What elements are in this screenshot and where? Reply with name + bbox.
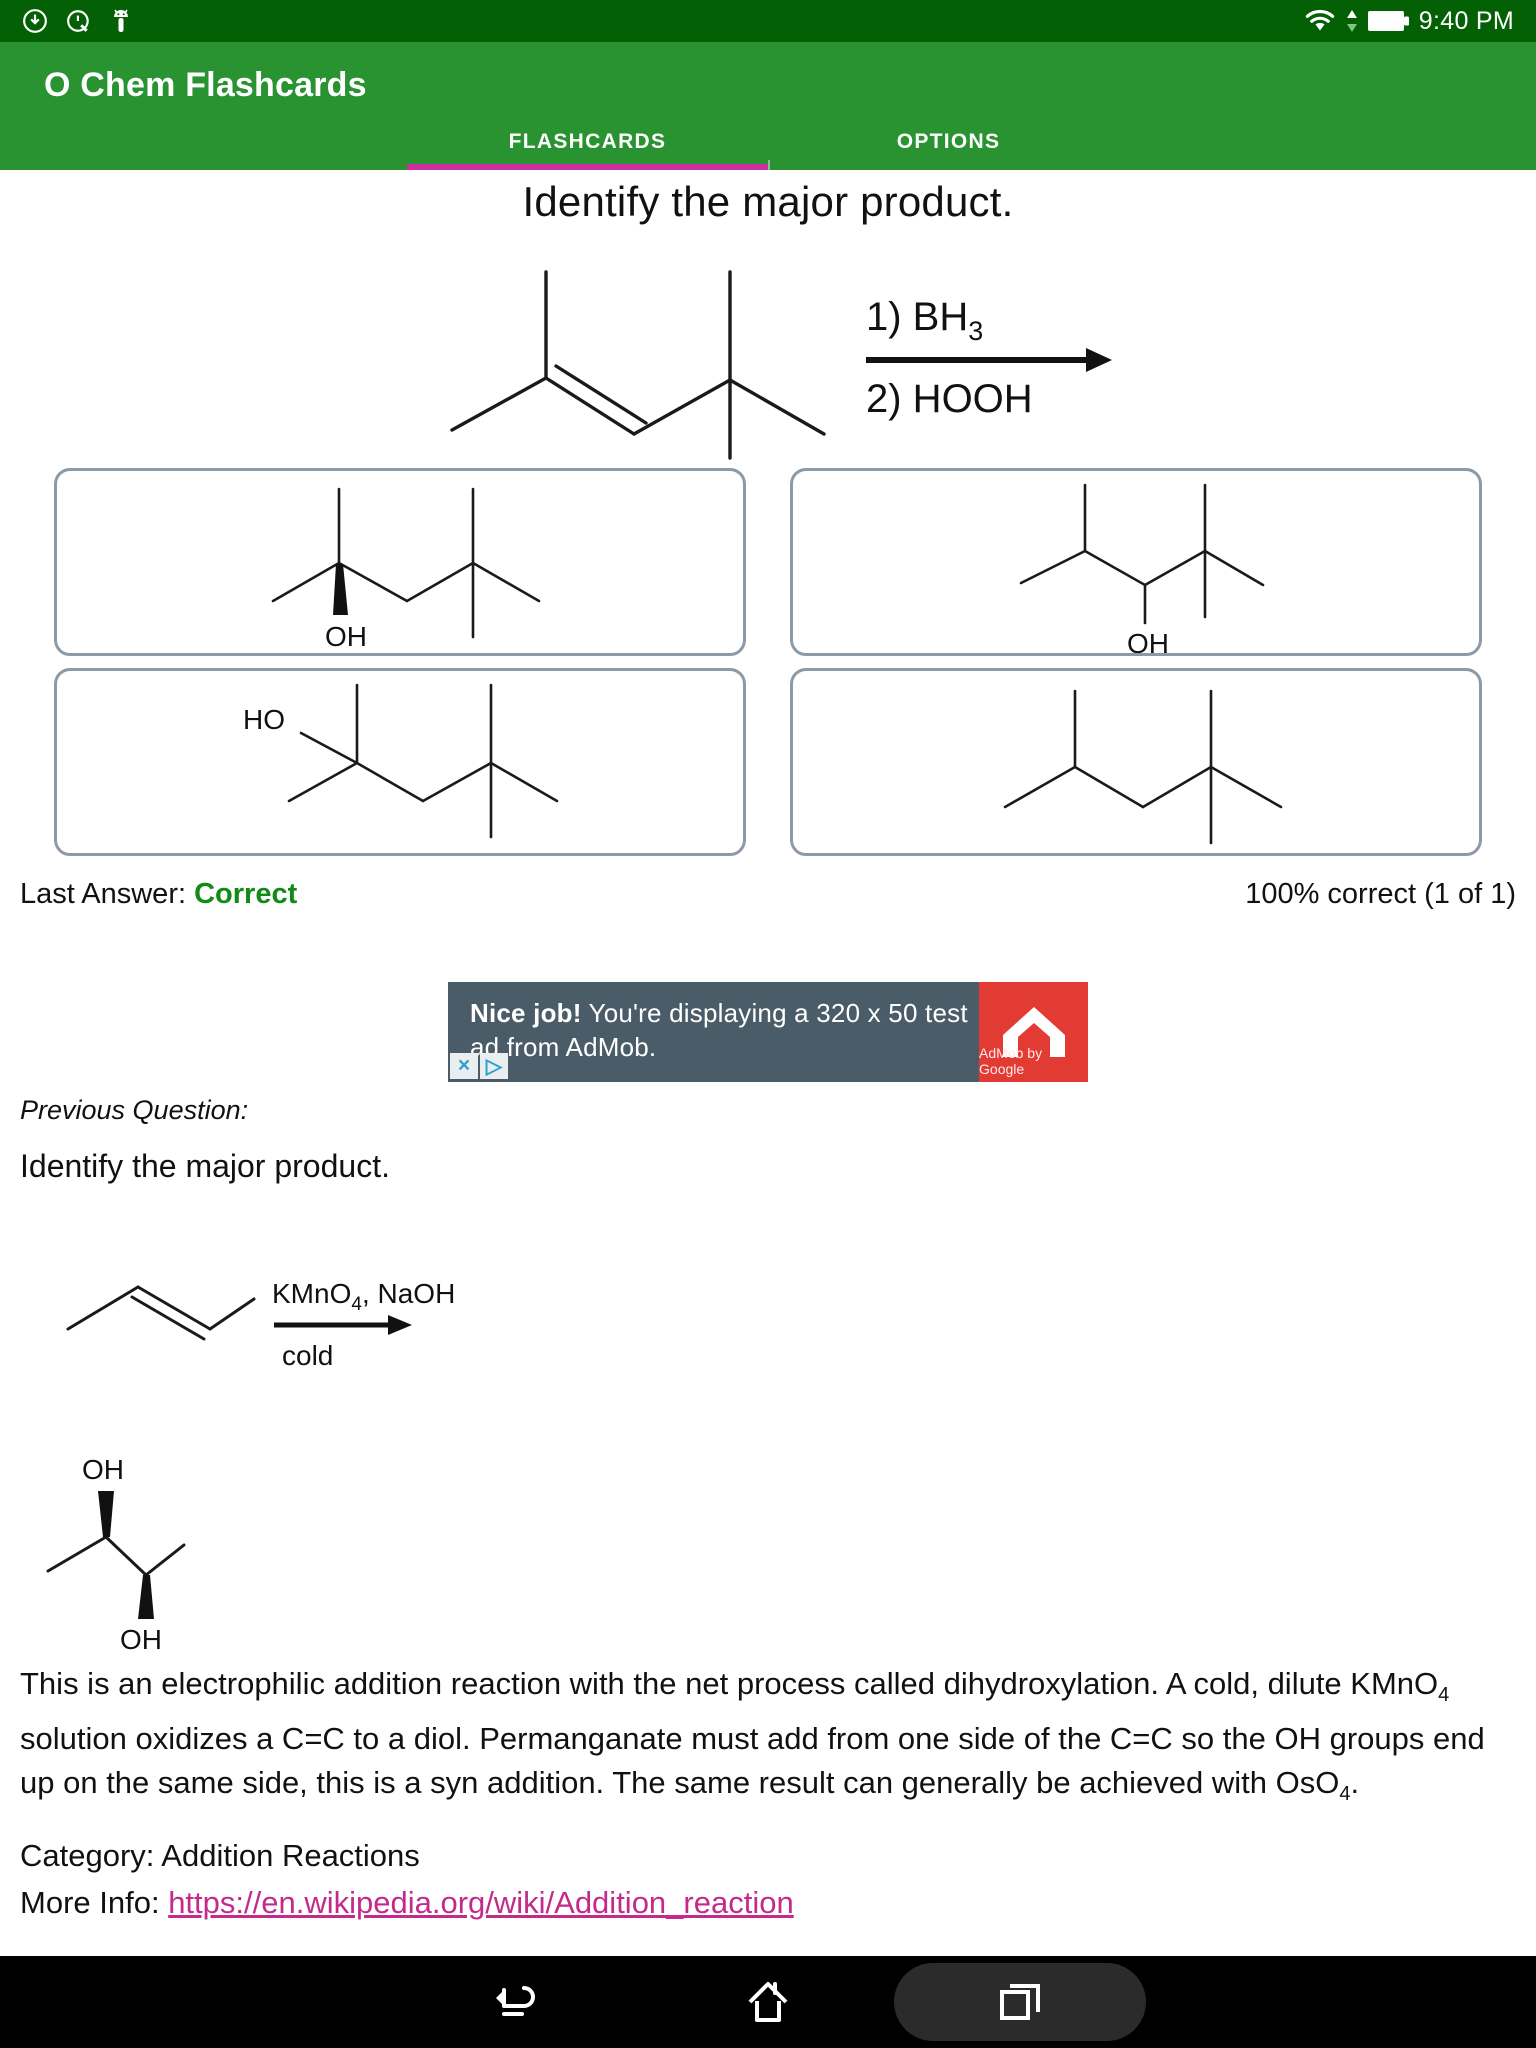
wifi-icon: [1304, 8, 1336, 34]
previous-question-section: Previous Question: Identify the major pr…: [0, 1095, 1536, 1663]
status-bar-right-icons: 9:40 PM: [1304, 7, 1536, 36]
more-info-line: More Info: https://en.wikipedia.org/wiki…: [20, 1879, 1516, 1926]
status-bar: 9:40 PM: [0, 0, 1536, 42]
svg-text:OH: OH: [82, 1454, 124, 1485]
answer-option-4[interactable]: [790, 668, 1482, 856]
ad-text: Nice job! You're displaying a 320 x 50 t…: [448, 982, 979, 1082]
question-reaction-scheme: 1) BH3 2) HOOH: [0, 230, 1536, 460]
battery-icon: [1367, 10, 1410, 32]
more-info-link[interactable]: https://en.wikipedia.org/wiki/Addition_r…: [168, 1885, 794, 1920]
developer-options-icon: [66, 8, 92, 34]
app-bar: O Chem Flashcards FLASHCARDS OPTIONS: [0, 42, 1536, 196]
tab-options[interactable]: OPTIONS: [768, 120, 1129, 170]
admob-logo: AdMob by Google: [979, 982, 1088, 1082]
explanation-subscript-1: 4: [1438, 1684, 1450, 1707]
tab-flashcards-label: FLASHCARDS: [508, 130, 667, 153]
card-metadata: Category: Addition Reactions More Info: …: [0, 1832, 1536, 1926]
android-debug-icon: [110, 8, 132, 34]
system-navigation-bar: [0, 1956, 1536, 2048]
previous-question-label: Previous Question:: [20, 1095, 249, 1125]
last-answer-value: Correct: [194, 878, 298, 910]
answer-options-grid: OH OH HO: [0, 468, 1536, 856]
last-answer-label: Last Answer:: [20, 878, 187, 910]
nav-recents-button[interactable]: [894, 1956, 1146, 2048]
explanation-part-1: This is an electrophilic addition reacti…: [20, 1666, 1439, 1701]
tab-flashcards[interactable]: FLASHCARDS: [407, 120, 768, 170]
tab-options-label: OPTIONS: [896, 130, 1001, 153]
screen: 9:40 PM O Chem Flashcards FLASHCARDS OPT…: [0, 0, 1536, 2048]
svg-text:2) HOOH: 2) HOOH: [866, 377, 1033, 421]
last-answer: Last Answer: Correct: [20, 878, 297, 911]
svg-text:1) BH3: 1) BH3: [866, 295, 983, 346]
download-icon: [22, 8, 48, 34]
recents-icon: [996, 1978, 1044, 2026]
svg-text:KMnO4, NaOH: KMnO4, NaOH: [272, 1278, 455, 1315]
svg-text:OH: OH: [325, 621, 367, 652]
nav-recents-pill[interactable]: [894, 1963, 1146, 2041]
answer-option-3[interactable]: HO: [54, 668, 746, 856]
ad-headline: Nice job!: [470, 998, 582, 1028]
ad-close-button[interactable]: ×: [450, 1053, 478, 1079]
answer-status-row: Last Answer: Correct 100% correct (1 of …: [0, 878, 1536, 926]
svg-text:OH: OH: [1127, 628, 1169, 656]
ad-info-button[interactable]: ▷: [480, 1053, 508, 1079]
home-icon: [742, 1976, 794, 2028]
explanation-text: This is an electrophilic addition reacti…: [0, 1662, 1536, 1816]
nav-home-button[interactable]: [642, 1956, 894, 2048]
ad-banner[interactable]: Nice job! You're displaying a 320 x 50 t…: [448, 982, 1088, 1082]
category-label: Category: Addition Reactions: [20, 1838, 420, 1873]
question-prompt: Identify the major product.: [522, 178, 1014, 225]
status-bar-left-icons: [0, 8, 132, 34]
previous-question-prompt: Identify the major product.: [20, 1148, 390, 1184]
svg-text:cold: cold: [282, 1340, 333, 1371]
back-icon: [490, 1976, 542, 2028]
previous-reaction-scheme: KMnO4, NaOH cold: [20, 1237, 720, 1427]
svg-text:OH: OH: [120, 1624, 162, 1655]
ad-controls: × ▷: [450, 1053, 508, 1079]
explanation-part-3: .: [1350, 1765, 1360, 1801]
clock-label: 9:40 PM: [1418, 6, 1514, 35]
answer-option-1[interactable]: OH: [54, 468, 746, 656]
admob-logo-caption: AdMob by Google: [979, 1045, 1043, 1077]
data-transfer-icon: [1345, 8, 1359, 34]
main-content: Identify the major product. 1) BH3 2) HO…: [0, 170, 1536, 926]
nav-back-button[interactable]: [390, 1956, 642, 2048]
previous-answer-structure: OH OH: [20, 1433, 440, 1663]
explanation-part-2: solution oxidizes a C=C to a diol. Perma…: [20, 1721, 1485, 1801]
svg-text:HO: HO: [243, 704, 285, 735]
more-info-label: More Info:: [20, 1885, 169, 1920]
page-title: O Chem Flashcards: [44, 66, 367, 104]
explanation-subscript-2: 4: [1339, 1783, 1351, 1806]
score-label: 100% correct (1 of 1): [1245, 878, 1516, 910]
answer-option-2[interactable]: OH: [790, 468, 1482, 656]
